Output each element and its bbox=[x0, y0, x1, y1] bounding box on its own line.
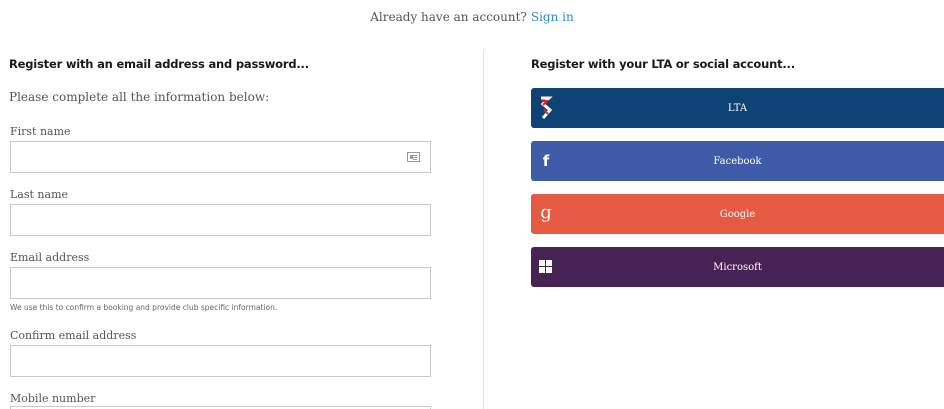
last-name-input[interactable] bbox=[10, 204, 431, 236]
confirm-email-input[interactable] bbox=[10, 345, 431, 377]
lta-button-label: LTA bbox=[727, 102, 748, 114]
first-name-input[interactable] bbox=[10, 141, 431, 173]
signin-prompt: Already have an account? Sign in bbox=[0, 10, 944, 24]
last-name-label: Last name bbox=[10, 188, 69, 201]
lta-logo-icon bbox=[531, 88, 561, 128]
mobile-label: Mobile number bbox=[10, 392, 96, 405]
facebook-button-label: Facebook bbox=[713, 155, 762, 167]
lta-button[interactable]: LTA bbox=[531, 88, 944, 128]
signin-link[interactable]: Sign in bbox=[531, 10, 574, 24]
google-button[interactable]: g Google bbox=[531, 194, 944, 234]
social-section-heading: Register with your LTA or social account… bbox=[531, 57, 795, 71]
google-button-label: Google bbox=[719, 208, 756, 220]
email-label: Email address bbox=[10, 251, 90, 264]
email-input[interactable] bbox=[10, 267, 431, 299]
microsoft-button-label: Microsoft bbox=[713, 261, 762, 273]
confirm-email-label: Confirm email address bbox=[10, 329, 137, 342]
first-name-label: First name bbox=[10, 125, 71, 138]
email-section-intro: Please complete all the information belo… bbox=[9, 90, 270, 104]
signin-prompt-text: Already have an account? bbox=[370, 10, 527, 24]
facebook-button[interactable]: f Facebook bbox=[531, 141, 944, 181]
email-help-text: We use this to confirm a booking and pro… bbox=[10, 303, 278, 312]
column-divider bbox=[483, 50, 484, 409]
contact-card-icon[interactable] bbox=[407, 152, 420, 162]
microsoft-button[interactable]: Microsoft bbox=[531, 247, 944, 287]
google-icon: g bbox=[540, 202, 552, 223]
facebook-icon: f bbox=[542, 152, 550, 170]
windows-icon bbox=[531, 247, 561, 287]
email-section-heading: Register with an email address and passw… bbox=[9, 57, 309, 71]
